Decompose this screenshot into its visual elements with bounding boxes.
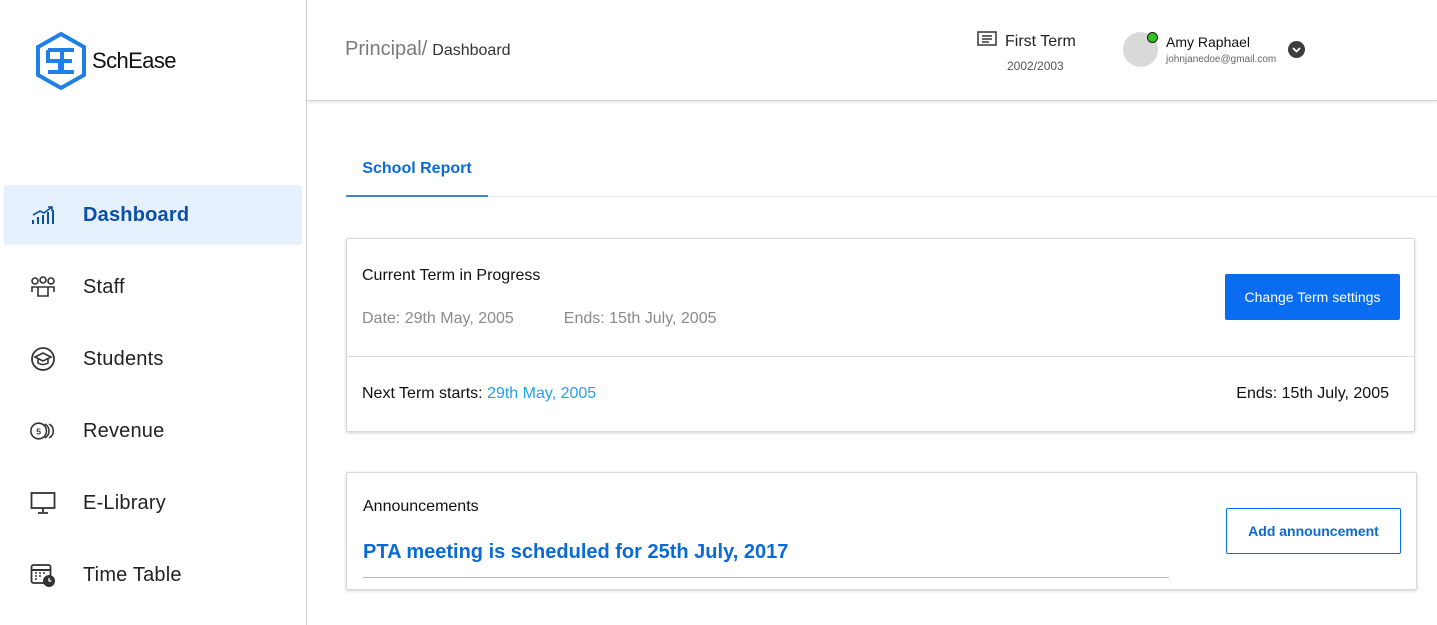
sidebar-item-time-table[interactable]: Time Table (4, 545, 302, 605)
monitor-icon (30, 490, 56, 516)
coins-icon: 5 (30, 418, 56, 444)
svg-text:5: 5 (36, 426, 41, 436)
announcements-title: Announcements (363, 498, 479, 515)
sidebar-item-e-library[interactable]: E-Library (4, 473, 302, 533)
chart-icon (30, 202, 56, 228)
sidebar-item-dashboard[interactable]: Dashboard (4, 185, 302, 245)
dropdown-button[interactable] (1288, 41, 1306, 58)
avatar[interactable] (1123, 32, 1158, 67)
next-term-label: Next Term starts: (362, 385, 488, 402)
sidebar-item-label: Students (83, 347, 164, 370)
sidebar-item-label: E-Library (83, 491, 166, 514)
card-divider (347, 356, 1414, 357)
staff-icon (30, 274, 56, 300)
top-header: Principal/ Dashboard First Term 2002/200… (307, 0, 1437, 101)
current-term-date: Date: 29th May, 2005 (362, 310, 514, 327)
current-term-ends: Ends: 15th July, 2005 (563, 310, 717, 327)
change-term-settings-button[interactable]: Change Term settings (1225, 274, 1400, 320)
sidebar-item-label: Dashboard (83, 203, 190, 226)
sidebar: SchEase Dashboard Staff Students 5 Reven… (0, 0, 307, 625)
breadcrumb: Principal/ Dashboard (345, 38, 511, 61)
breadcrumb-root[interactable]: Principal/ (345, 38, 427, 61)
term-indicator[interactable]: First Term 2002/2003 (977, 31, 1076, 73)
sidebar-item-label: Revenue (83, 419, 165, 442)
user-email: johnjanedoe@gmail.com (1166, 54, 1277, 65)
current-term-card: Current Term in Progress Date: 29th May,… (346, 238, 1415, 432)
list-icon (977, 31, 997, 52)
term-year: 2002/2003 (1007, 59, 1064, 73)
sidebar-nav: Dashboard Staff Students 5 Revenue E-Lib… (4, 185, 302, 617)
next-term-info: Next Term starts: 29th May, 2005 (362, 385, 596, 403)
app-root: SchEase Dashboard Staff Students 5 Reven… (0, 0, 1437, 625)
schease-logo-icon (36, 31, 86, 91)
user-name: Amy Raphael (1166, 34, 1251, 50)
user-info: Amy Raphael johnjanedoe@gmail.com (1166, 34, 1276, 65)
breadcrumb-current: Dashboard (432, 42, 511, 59)
add-announcement-button[interactable]: Add announcement (1226, 508, 1401, 554)
tab-school-report[interactable]: School Report (346, 142, 488, 197)
announcement-item[interactable]: PTA meeting is scheduled for 25th July, … (363, 541, 1169, 578)
current-term-title: Current Term in Progress (362, 267, 541, 284)
current-term-dates: Date: 29th May, 2005 Ends: 15th July, 20… (362, 310, 717, 328)
sidebar-item-students[interactable]: Students (4, 329, 302, 389)
online-status-icon (1147, 32, 1158, 43)
logo[interactable]: SchEase (34, 31, 176, 91)
sidebar-item-staff[interactable]: Staff (4, 257, 302, 317)
sidebar-item-revenue[interactable]: 5 Revenue (4, 401, 302, 461)
calendar-clock-icon (30, 562, 56, 588)
next-term-date[interactable]: 29th May, 2005 (487, 385, 596, 402)
next-term-ends: Ends: 15th July, 2005 (1236, 385, 1389, 402)
chevron-down-icon (1292, 46, 1301, 53)
user-menu[interactable]: Amy Raphael johnjanedoe@gmail.com (1123, 32, 1306, 67)
announcements-card: Announcements PTA meeting is scheduled f… (346, 472, 1417, 590)
sidebar-item-label: Staff (83, 275, 125, 298)
term-name: First Term (1005, 32, 1076, 50)
sidebar-item-label: Time Table (83, 563, 182, 586)
graduation-cap-icon (30, 346, 56, 372)
logo-text: SchEase (92, 48, 176, 73)
tab-bar: School Report (346, 142, 1437, 197)
